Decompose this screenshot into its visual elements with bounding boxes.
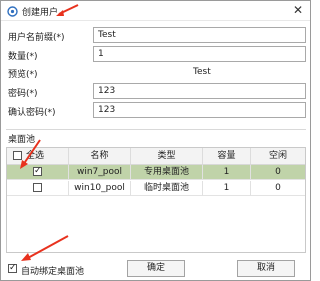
pool-name: win10_pool <box>69 181 131 196</box>
row-checkbox[interactable] <box>33 183 42 192</box>
table-row[interactable]: ✓ win7_pool 专用桌面池 1 0 <box>7 165 305 180</box>
group-divider <box>6 129 306 130</box>
auto-bind-label: 自动绑定桌面池 <box>21 267 85 277</box>
confirm-password-input[interactable]: 123 <box>93 102 306 118</box>
pool-free: 0 <box>275 183 281 193</box>
header-capacity[interactable]: 容量 <box>203 148 251 164</box>
count-label: 数量(*) <box>8 52 38 62</box>
cancel-button[interactable]: 取消 <box>237 260 295 277</box>
prefix-label: 用户名前缀(*) <box>8 33 65 43</box>
pool-capacity: 1 <box>203 181 251 196</box>
pool-name: win7_pool <box>69 165 131 180</box>
title-bar: 创建用户 ✕ <box>1 1 310 21</box>
pool-type: 专用桌面池 <box>131 165 203 180</box>
auto-bind-checkbox[interactable]: ✓ <box>8 264 17 273</box>
table-header: 全选 名称 类型 容量 空闲 <box>7 148 305 165</box>
row-checkbox[interactable]: ✓ <box>33 167 42 176</box>
row-select-cell[interactable] <box>7 181 69 196</box>
header-free[interactable]: 空闲 <box>251 148 305 164</box>
password-input[interactable]: 123 <box>93 83 306 99</box>
dialog-title: 创建用户 <box>22 8 59 18</box>
prefix-input[interactable]: Test <box>93 27 306 43</box>
pool-capacity: 1 <box>203 165 251 180</box>
pool-table: 全选 名称 类型 容量 空闲 ✓ win7_pool 专用桌面池 1 0 win… <box>6 147 306 253</box>
pool-group-label: 桌面池 <box>8 135 36 145</box>
pool-free: 0 <box>275 167 281 177</box>
select-all-label: 全选 <box>26 151 45 161</box>
header-name[interactable]: 名称 <box>69 148 131 164</box>
close-icon[interactable]: ✕ <box>289 2 307 19</box>
row-select-cell[interactable]: ✓ <box>7 165 69 180</box>
ok-button[interactable]: 确定 <box>127 260 185 277</box>
header-type[interactable]: 类型 <box>131 148 203 164</box>
preview-label: 预览(*) <box>8 70 38 80</box>
count-input[interactable]: 1 <box>93 46 306 62</box>
password-label: 密码(*) <box>8 89 38 99</box>
table-row[interactable]: win10_pool 临时桌面池 1 0 <box>7 181 305 196</box>
app-icon <box>7 6 18 17</box>
confirm-password-label: 确认密码(*) <box>8 108 56 118</box>
pool-type: 临时桌面池 <box>131 181 203 196</box>
header-select-all[interactable]: 全选 <box>7 148 69 164</box>
select-all-checkbox[interactable] <box>13 151 22 160</box>
preview-value: Test <box>193 67 211 77</box>
create-user-dialog: 创建用户 ✕ 用户名前缀(*) Test 数量(*) 1 预览(*) Test … <box>0 0 311 281</box>
